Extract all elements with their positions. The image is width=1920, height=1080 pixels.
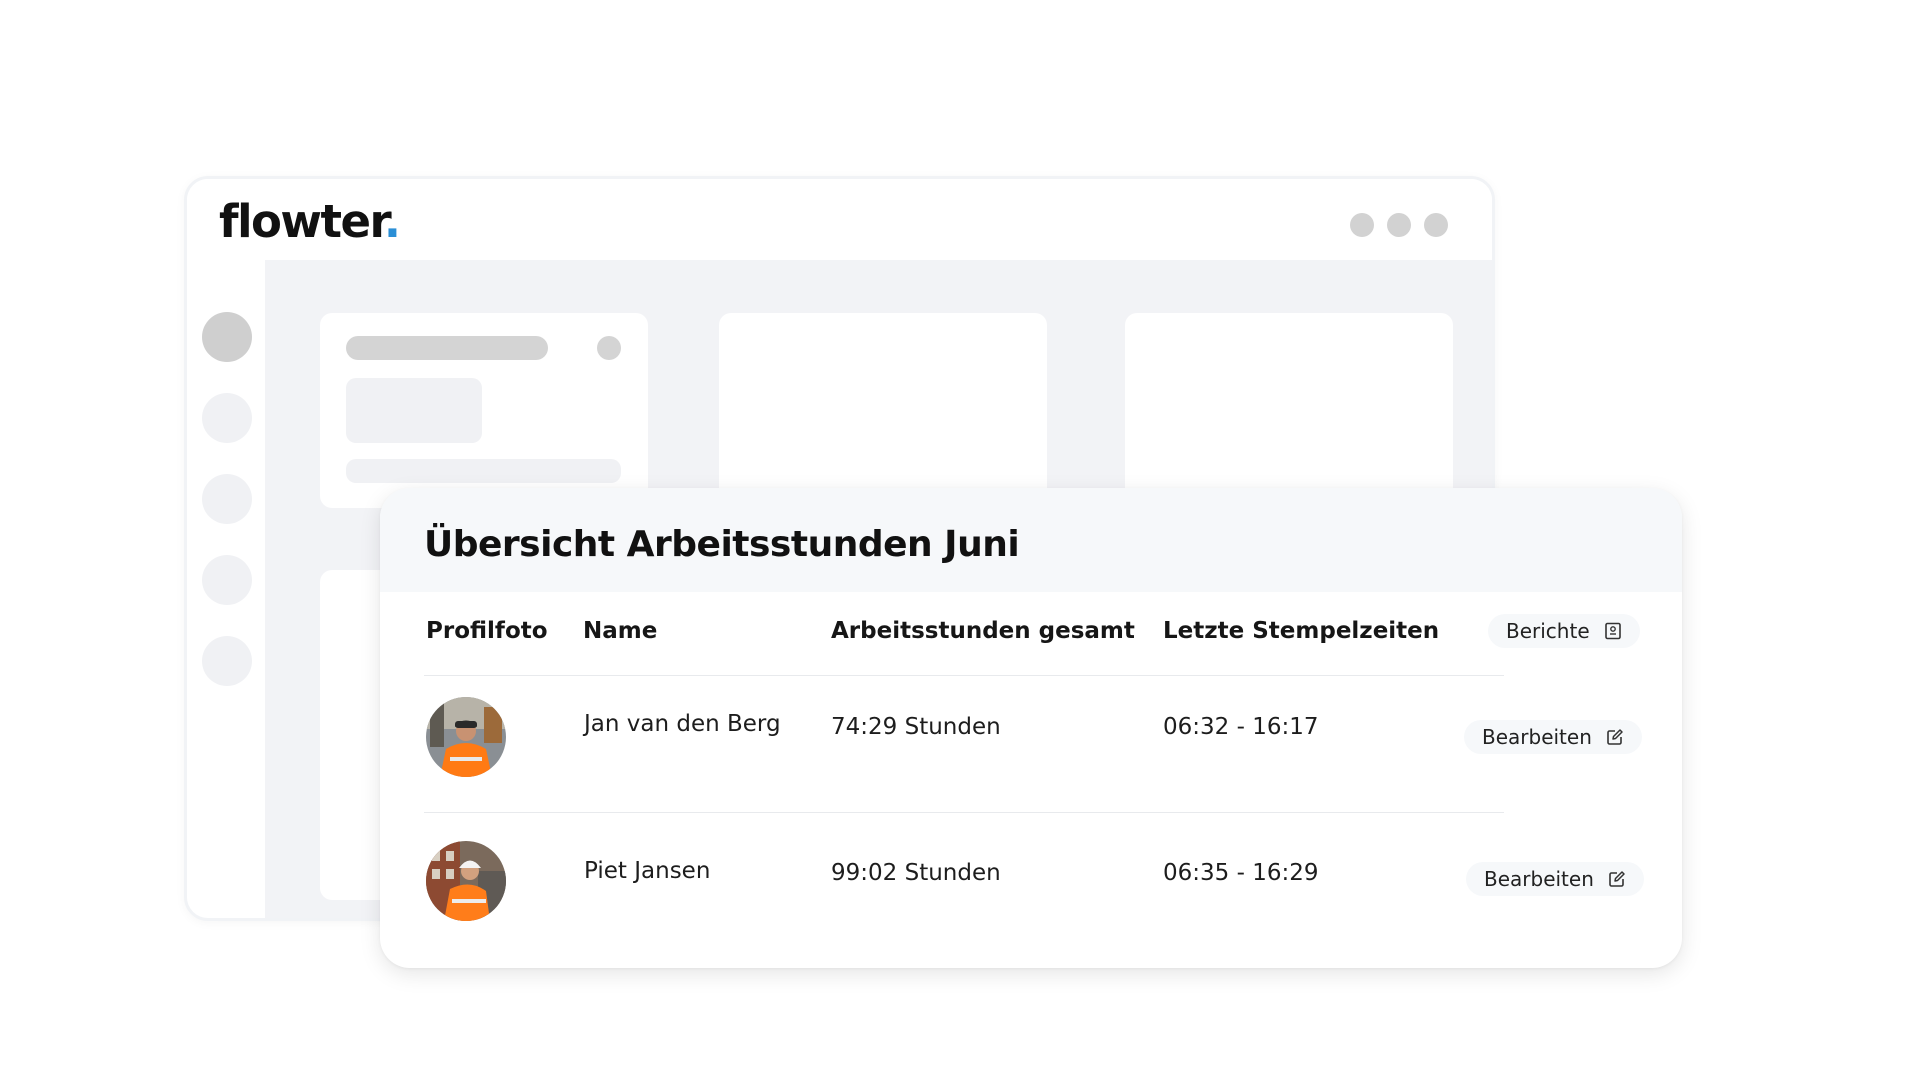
card-title: Übersicht Arbeitsstunden Juni [424, 524, 1020, 565]
total-hours: 74:29 Stunden [831, 714, 1001, 740]
edit-icon [1606, 728, 1624, 746]
column-header-times: Letzte Stempelzeiten [1163, 618, 1440, 644]
edit-icon [1608, 870, 1626, 888]
sidebar-item[interactable] [202, 636, 252, 686]
window-control-dot[interactable] [1424, 213, 1448, 237]
logo-dot: . [383, 195, 401, 248]
placeholder-widget [320, 313, 648, 508]
avatar [426, 697, 506, 777]
worker-photo-piet [426, 841, 506, 921]
reports-button[interactable]: Berichte [1488, 614, 1640, 648]
card-header: Übersicht Arbeitsstunden Juni [380, 488, 1682, 592]
column-header-hours: Arbeitsstunden gesamt [831, 618, 1135, 644]
sidebar [187, 260, 265, 918]
skeleton-dot [597, 336, 621, 360]
avatar [426, 841, 506, 921]
last-clock-times: 06:32 - 16:17 [1163, 714, 1319, 740]
window-control-dot[interactable] [1387, 213, 1411, 237]
edit-button-label: Bearbeiten [1482, 725, 1592, 749]
employee-name: Piet Jansen [584, 858, 711, 884]
column-header-name: Name [583, 618, 658, 644]
edit-button[interactable]: Bearbeiten [1464, 720, 1642, 754]
column-header-photo: Profilfoto [426, 618, 548, 644]
window-control-dot[interactable] [1350, 213, 1374, 237]
reports-button-label: Berichte [1506, 619, 1590, 643]
window-controls [1350, 213, 1448, 237]
sidebar-item-active[interactable] [202, 312, 252, 362]
app-topbar: flowter. [187, 179, 1492, 260]
logo-text: flowter [219, 195, 385, 248]
report-icon [1604, 622, 1622, 640]
last-clock-times: 06:35 - 16:29 [1163, 860, 1319, 886]
edit-button[interactable]: Bearbeiten [1466, 862, 1644, 896]
table-divider [424, 812, 1504, 813]
skeleton-block [346, 378, 482, 443]
table-divider [424, 675, 1504, 676]
flowter-logo[interactable]: flowter. [219, 199, 401, 244]
placeholder-widget [719, 313, 1047, 508]
total-hours: 99:02 Stunden [831, 860, 1001, 886]
stage: flowter. Übersicht Arbeitsstunden Juni P… [0, 0, 1920, 1080]
placeholder-widget [1125, 313, 1453, 508]
sidebar-item[interactable] [202, 393, 252, 443]
employee-name: Jan van den Berg [584, 711, 781, 737]
worker-photo-jan [426, 697, 506, 777]
skeleton-line [346, 459, 621, 483]
sidebar-item[interactable] [202, 555, 252, 605]
work-hours-overview-card: Übersicht Arbeitsstunden Juni Profilfoto… [380, 488, 1682, 968]
edit-button-label: Bearbeiten [1484, 867, 1594, 891]
skeleton-title [346, 336, 548, 360]
sidebar-item[interactable] [202, 474, 252, 524]
